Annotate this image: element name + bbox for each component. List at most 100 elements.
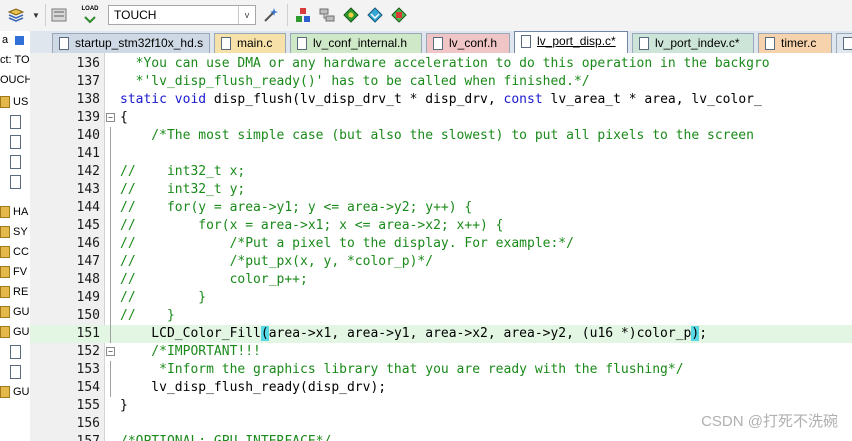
line-number: 137 — [76, 74, 100, 89]
code-line[interactable]: 149 // } — [30, 289, 852, 307]
fold-marker — [104, 433, 118, 441]
manage-components-icon[interactable] — [292, 5, 314, 25]
code-line[interactable]: 137 *'lv_disp_flush_ready()' has to be c… — [30, 73, 852, 91]
code-editor[interactable]: 136 *You can use DMA or any hardware acc… — [30, 53, 852, 441]
code-line[interactable]: 147 // /*put_px(x, y, *color_p)*/ — [30, 253, 852, 271]
sidebar-item-folder[interactable]: GU — [0, 383, 30, 401]
tab-lv-port-indev[interactable]: lv_port_indev.c* — [632, 33, 754, 53]
file-icon — [10, 345, 21, 360]
sidebar-item-folder[interactable]: SY — [0, 223, 28, 241]
chevron-down-icon[interactable]: ▼ — [29, 5, 43, 25]
code-text: // for(y = area->y1; y <= area->y2; y++)… — [120, 200, 473, 215]
code-line[interactable]: 154 lv_disp_flush_ready(disp_drv); — [30, 379, 852, 397]
line-number: 149 — [76, 290, 100, 305]
file-icon — [765, 37, 775, 50]
file-icon — [10, 135, 21, 150]
tab-label: timer.c — [781, 36, 817, 50]
sidebar-item-file[interactable] — [2, 113, 21, 131]
fold-marker[interactable]: − — [104, 343, 118, 361]
line-number: 140 — [76, 128, 100, 143]
file-extensions-icon[interactable] — [316, 5, 338, 25]
options-wand-icon[interactable] — [260, 5, 282, 25]
diamond-multi-icon[interactable] — [388, 5, 410, 25]
tab-overflow[interactable] — [836, 33, 852, 53]
fold-marker — [104, 271, 118, 289]
tab-label: lv_conf_internal.h — [313, 36, 408, 50]
target-value: TOUCH — [114, 8, 157, 22]
target-select[interactable]: TOUCH v — [108, 5, 256, 25]
line-number: 138 — [76, 92, 100, 107]
file-icon — [10, 115, 21, 130]
line-number: 145 — [76, 218, 100, 233]
sidebar-item-project[interactable]: ct: TO — [0, 51, 30, 69]
file-icon — [521, 35, 531, 48]
code-line[interactable]: 150 // } — [30, 307, 852, 325]
tab-lv-port-disp[interactable]: lv_port_disp.c* — [514, 31, 628, 54]
sidebar-item-file[interactable] — [2, 173, 21, 191]
code-line[interactable]: 138 static void disp_flush(lv_disp_drv_t … — [30, 91, 852, 109]
fold-marker[interactable]: − — [104, 109, 118, 127]
sidebar-row-label: FV — [13, 266, 28, 278]
fold-marker — [104, 397, 118, 415]
file-icon — [843, 37, 852, 50]
code-text: *'lv_disp_flush_ready()' has to be calle… — [120, 74, 590, 89]
code-line[interactable]: 136 *You can use DMA or any hardware acc… — [30, 55, 852, 73]
code-line[interactable]: 148 // color_p++; — [30, 271, 852, 289]
tab-timer[interactable]: timer.c — [758, 33, 832, 53]
sidebar-row-label: GU — [13, 326, 30, 338]
sidebar-row-label: GU — [13, 306, 30, 318]
code-line[interactable]: 146 // /*Put a pixel to the display. For … — [30, 235, 852, 253]
load-button[interactable]: LOAD — [79, 5, 101, 25]
code-text: /*IMPORTANT!!! — [120, 344, 261, 359]
code-line[interactable]: 143 // int32_t y; — [30, 181, 852, 199]
load-label: LOAD — [81, 6, 99, 12]
editor-tab-bar: startup_stm32f10x_hd.s main.c lv_conf_in… — [30, 31, 852, 54]
sidebar-item-file[interactable] — [2, 363, 21, 381]
sidebar-row-label: US — [13, 96, 29, 108]
code-line[interactable]: 141 — [30, 145, 852, 163]
code-line[interactable]: 142 // int32_t x; — [30, 163, 852, 181]
code-text: /*OPTIONAL: GPU INTERFACE*/ — [120, 433, 331, 441]
fold-marker — [104, 253, 118, 271]
sidebar-item-folder[interactable]: RE — [0, 283, 28, 301]
folder-icon — [0, 96, 10, 109]
code-line[interactable]: 153 *Inform the graphics library that yo… — [30, 361, 852, 379]
sidebar-item-file[interactable] — [2, 133, 21, 151]
code-line[interactable]: 145 // for(x = area->x1; x <= area->x2; x… — [30, 217, 852, 235]
sidebar-item-file[interactable] — [2, 153, 21, 171]
chevron-down-icon[interactable]: v — [238, 6, 255, 24]
tab-startup[interactable]: startup_stm32f10x_hd.s — [52, 33, 210, 53]
sidebar-item-file[interactable] — [2, 343, 21, 361]
line-number: 151 — [76, 326, 100, 341]
code-text: // } — [120, 290, 207, 305]
sidebar-item-folder[interactable]: CC — [0, 243, 29, 261]
sidebar-row-label: a — [2, 34, 9, 46]
sidebar-item-folder[interactable]: GU — [0, 323, 30, 341]
batch-build-icon[interactable] — [48, 5, 70, 25]
sidebar-item-target[interactable]: OUCH — [0, 71, 30, 89]
fold-marker — [104, 361, 118, 379]
code-line[interactable]: 151 LCD_Color_Fill(area->x1, area->y1, a… — [30, 325, 852, 343]
code-text: /*The most simple case (but also the slo… — [120, 128, 754, 143]
tab-lv-conf[interactable]: lv_conf.h — [426, 33, 510, 53]
project-tree-panel: a ct: TO OUCH US HA SY CC FV RE GU GU GU — [0, 31, 31, 441]
sidebar-item-folder[interactable]: GU — [0, 303, 30, 321]
close-icon[interactable] — [15, 35, 25, 45]
toolbar: ▼ LOAD TOUCH v — [0, 0, 852, 32]
folder-icon — [0, 386, 10, 399]
tab-main[interactable]: main.c — [214, 33, 286, 53]
sidebar-item-folder[interactable]: HA — [0, 203, 28, 221]
code-line[interactable]: 144 // for(y = area->y1; y <= area->y2; y… — [30, 199, 852, 217]
code-line[interactable]: 139−{ — [30, 109, 852, 127]
code-line[interactable]: 140 /*The most simple case (but also the… — [30, 127, 852, 145]
layers-icon[interactable] — [4, 5, 28, 25]
diamond-green-icon[interactable] — [340, 5, 362, 25]
sidebar-item-folder[interactable]: FV — [0, 263, 27, 281]
file-icon — [10, 175, 21, 190]
code-line[interactable]: 152− /*IMPORTANT!!! — [30, 343, 852, 361]
code-line[interactable]: 157 /*OPTIONAL: GPU INTERFACE*/ — [30, 433, 852, 441]
sidebar-item-folder[interactable]: US — [0, 93, 28, 111]
diamond-blue-icon[interactable] — [364, 5, 386, 25]
tab-lv-conf-internal[interactable]: lv_conf_internal.h — [290, 33, 422, 53]
fold-marker — [104, 145, 118, 163]
